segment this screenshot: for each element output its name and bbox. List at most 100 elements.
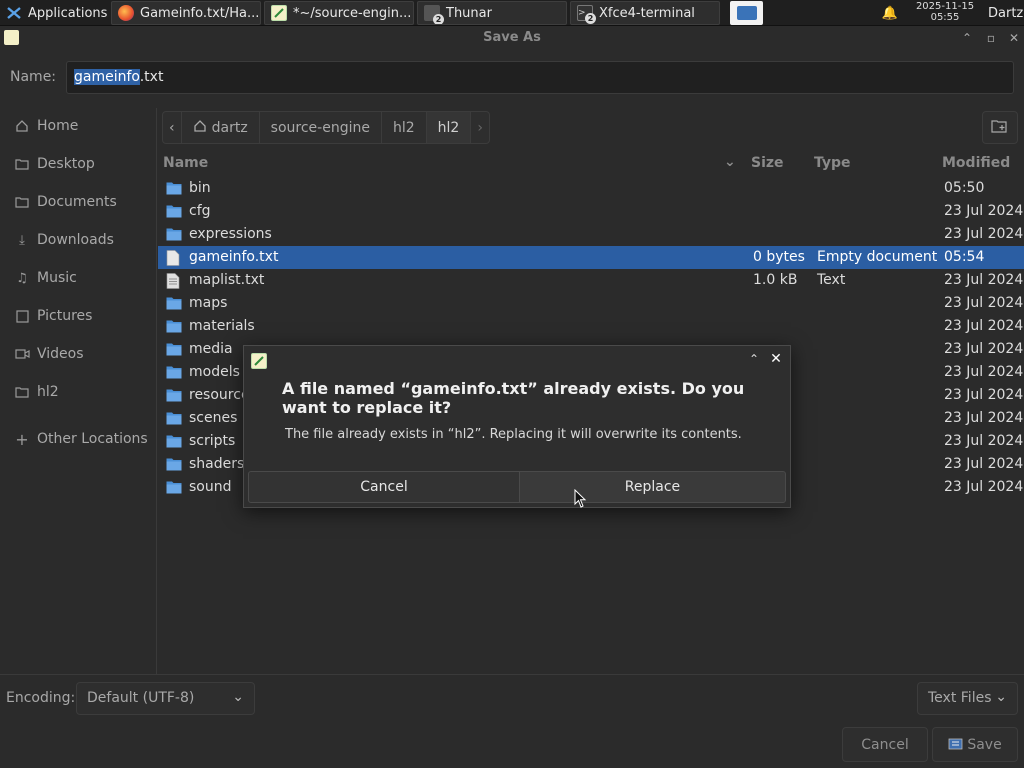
folder-icon	[14, 156, 30, 172]
window-count-badge: 2	[585, 13, 596, 24]
sidebar-item-label: Music	[37, 270, 77, 286]
file-row[interactable]: maps 23 Jul 2024	[158, 292, 1024, 315]
path-segment-home[interactable]: dartz	[180, 111, 260, 144]
path-segment-label: dartz	[211, 119, 248, 136]
sidebar-item-home[interactable]: Home	[14, 118, 78, 134]
sidebar-item-label: Videos	[37, 346, 84, 362]
file-row[interactable]: gameinfo.txt 0 bytes Empty document 05:54	[158, 246, 1024, 269]
file-type: Text	[817, 272, 846, 288]
applications-label: Applications	[28, 5, 108, 21]
taskbar-window-label: Xfce4-terminal	[599, 5, 695, 21]
divider	[0, 674, 1024, 675]
text-file-icon	[166, 273, 182, 289]
file-row[interactable]: expressions 23 Jul 2024	[158, 223, 1024, 246]
close-icon[interactable]: ✕	[768, 351, 784, 367]
desktop-icon	[736, 6, 757, 20]
file-row[interactable]: bin 05:50	[158, 177, 1024, 200]
chevron-left-icon: ‹	[169, 119, 175, 136]
chevron-right-icon: ›	[477, 119, 483, 136]
sidebar-item-videos[interactable]: Videos	[14, 346, 84, 362]
folder-icon	[166, 480, 182, 494]
dialog-title: A file named “gameinfo.txt” already exis…	[282, 379, 745, 417]
file-modified: 23 Jul 2024	[944, 387, 1024, 403]
dialog-replace-button[interactable]: Replace	[519, 471, 786, 503]
file-modified: 23 Jul 2024	[944, 272, 1024, 288]
sidebar-item-hl2[interactable]: hl2	[14, 384, 59, 400]
sidebar-item-label: Home	[37, 118, 79, 134]
file-row[interactable]: materials 23 Jul 2024	[158, 315, 1024, 338]
folder-icon	[14, 384, 30, 400]
window-title: Save As	[483, 30, 541, 45]
sidebar-item-documents[interactable]: Documents	[14, 194, 117, 210]
file-modified: 23 Jul 2024	[944, 433, 1024, 449]
dialog-cancel-button[interactable]: Cancel	[248, 471, 520, 503]
path-segment-label: source-engine	[270, 119, 370, 136]
file-name: materials	[189, 318, 255, 334]
new-folder-icon	[991, 119, 1009, 137]
path-segment-label: hl2	[437, 119, 460, 136]
text-editor-icon	[251, 353, 267, 369]
folder-icon	[14, 194, 30, 210]
sidebar-item-label: hl2	[37, 384, 59, 400]
file-modified: 23 Jul 2024	[944, 364, 1024, 380]
dialog-message: The file already exists in “hl2”. Replac…	[285, 427, 742, 442]
file-row[interactable]: maplist.txt 1.0 kB Text 23 Jul 2024	[158, 269, 1024, 292]
path-segment-current[interactable]: hl2	[425, 111, 472, 144]
filename-input[interactable]: gameinfo.txt	[66, 61, 1014, 94]
sidebar-item-other-locations[interactable]: + Other Locations	[14, 429, 147, 449]
pictures-icon	[14, 308, 30, 324]
notifications-button[interactable]: 🔔	[878, 1, 902, 25]
column-type[interactable]: Type	[814, 155, 851, 171]
file-name: gameinfo.txt	[189, 249, 279, 265]
file-name: bin	[189, 180, 211, 196]
file-type-filter-select[interactable]: Text Files ⌄	[917, 682, 1018, 715]
file-manager-icon: 2	[424, 5, 444, 24]
file-name: models	[189, 364, 240, 380]
sidebar-item-music[interactable]: ♫ Music	[14, 270, 77, 286]
xfce-logo-icon	[6, 5, 22, 21]
path-segment[interactable]: source-engine	[258, 111, 382, 144]
file-modified: 23 Jul 2024	[944, 203, 1024, 219]
maximize-up-icon[interactable]: ⌃	[959, 30, 975, 46]
clock-date: 2025-11-15	[915, 1, 975, 12]
save-button[interactable]: Save	[932, 727, 1018, 762]
taskbar-window-editor[interactable]: *~/source-engin...	[264, 1, 414, 25]
sidebar-item-desktop[interactable]: Desktop	[14, 156, 95, 172]
path-segment[interactable]: hl2	[380, 111, 427, 144]
path-back-button[interactable]: ‹	[162, 111, 182, 144]
filename-extension: .txt	[139, 69, 164, 85]
column-modified[interactable]: Modified	[942, 155, 1010, 171]
create-folder-button[interactable]	[982, 111, 1018, 144]
taskbar-window-thunar[interactable]: 2 Thunar	[417, 1, 567, 25]
path-forward-button[interactable]: ›	[470, 111, 490, 144]
file-row[interactable]: cfg 23 Jul 2024	[158, 200, 1024, 223]
file-modified: 05:54	[944, 249, 985, 265]
taskbar-window-firefox[interactable]: Gameinfo.txt/Ha...	[111, 1, 261, 25]
name-label: Name:	[10, 69, 57, 85]
file-name: shaders	[189, 456, 245, 472]
file-name: resource	[189, 387, 250, 403]
encoding-select[interactable]: Default (UTF-8) ⌄	[76, 682, 255, 715]
column-size[interactable]: Size	[751, 155, 784, 171]
clock[interactable]: 2025-11-15 05:55	[908, 1, 982, 23]
maximize-up-icon[interactable]: ⌃	[746, 352, 762, 368]
dialog-replace-label: Replace	[624, 479, 681, 495]
folder-icon	[166, 296, 182, 310]
close-icon[interactable]: ✕	[1006, 30, 1022, 46]
home-icon	[193, 119, 207, 137]
restore-icon[interactable]: ▫	[983, 30, 999, 46]
cancel-button[interactable]: Cancel	[842, 727, 928, 762]
plus-icon: +	[15, 429, 29, 449]
folder-icon	[166, 227, 182, 241]
column-name[interactable]: Name	[163, 155, 208, 171]
taskbar-window-terminal[interactable]: >_ 2 Xfce4-terminal	[570, 1, 720, 25]
sidebar-item-pictures[interactable]: Pictures	[14, 308, 92, 324]
taskbar-window-label: *~/source-engin...	[293, 5, 412, 21]
sidebar-item-label: Downloads	[37, 232, 114, 248]
file-name: scripts	[189, 433, 236, 449]
file-name: maps	[189, 295, 228, 311]
show-desktop-button[interactable]	[730, 1, 763, 25]
user-menu[interactable]: Dartz	[982, 1, 1024, 25]
sidebar-item-downloads[interactable]: ⤓ Downloads	[14, 232, 114, 248]
file-modified: 05:50	[944, 180, 985, 196]
